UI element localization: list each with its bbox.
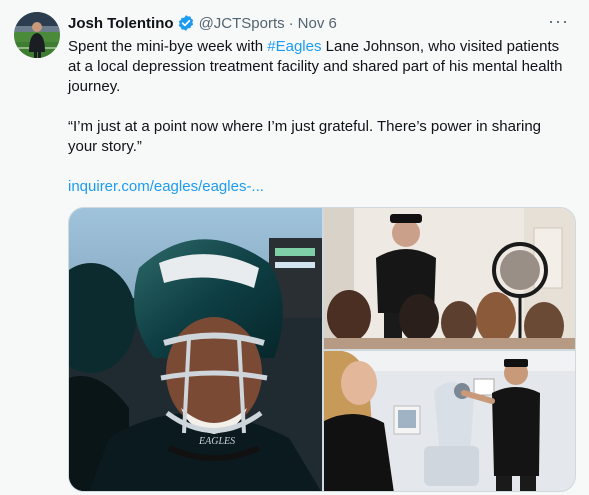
- text-part-1: Spent the mini-bye week with: [68, 38, 268, 55]
- article-link[interactable]: inquirer.com/eagles/eagles-...: [68, 178, 264, 195]
- verified-badge-icon: [177, 14, 195, 32]
- tweet-quote: “I’m just at a point now where I’m just …: [68, 118, 541, 155]
- tweet-header: Josh Tolentino @JCTSports · Nov 6 ···: [68, 11, 569, 33]
- hashtag-link[interactable]: #Eagles: [267, 38, 321, 55]
- jersey-wordmark: EAGLES: [198, 436, 235, 447]
- photo-speaker-audience[interactable]: [324, 208, 575, 349]
- separator-dot: ·: [288, 14, 294, 32]
- photo-player-helmet[interactable]: EAGLES: [69, 208, 322, 491]
- author-name[interactable]: Josh Tolentino: [68, 15, 174, 32]
- more-horizontal-icon[interactable]: ···: [548, 11, 569, 32]
- media-grid: EAGLES: [68, 207, 576, 492]
- tweet-body: Spent the mini-bye week with #Eagles Lan…: [68, 37, 573, 97]
- photo-equipment-demo[interactable]: [324, 351, 575, 491]
- author-handle[interactable]: @JCTSports: [199, 15, 285, 32]
- tweet-text: Spent the mini-bye week with #Eagles Lan…: [68, 37, 573, 197]
- tweet-date[interactable]: Nov 6: [298, 15, 337, 32]
- avatar[interactable]: [14, 12, 60, 58]
